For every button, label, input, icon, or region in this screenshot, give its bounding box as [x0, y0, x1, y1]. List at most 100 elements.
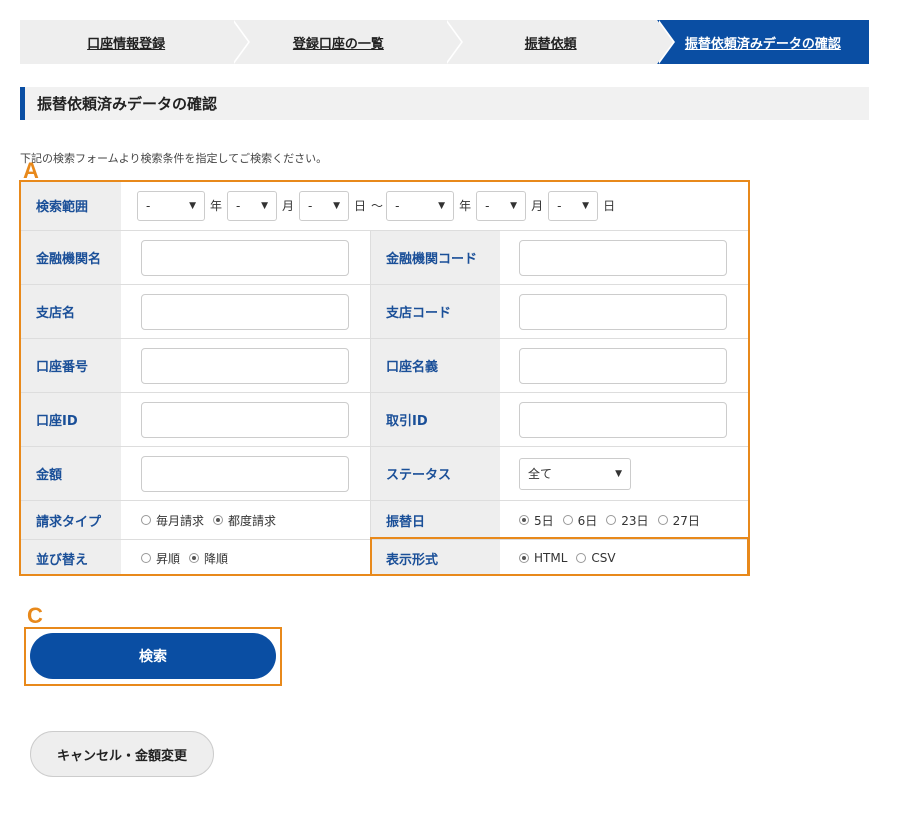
- annotation-marker-c: C: [27, 603, 43, 628]
- form-row-account: 口座番号 口座名義: [21, 339, 748, 393]
- sort-cell: 昇順 降順: [121, 540, 370, 576]
- month-unit: 月: [282, 199, 295, 213]
- display-format-radio-group: HTML CSV: [519, 551, 625, 565]
- account-id-input[interactable]: [141, 401, 349, 438]
- transfer-day-6-radio[interactable]: 6日: [562, 512, 597, 529]
- step-account-registration[interactable]: 口座情報登録: [20, 20, 251, 64]
- form-row-amount-status: 金額 ステータス 全て ▼: [21, 447, 748, 501]
- select-value: -: [395, 198, 400, 213]
- form-row-bank: 金融機関名 金融機関コード: [21, 231, 748, 285]
- account-holder-label: 口座名義: [370, 339, 500, 392]
- select-value: -: [485, 198, 490, 213]
- amount-label: 金額: [21, 447, 121, 500]
- range-label: 検索範囲: [21, 181, 121, 230]
- cancel-change-amount-button[interactable]: キャンセル・金額変更: [30, 731, 214, 777]
- account-holder-cell: [500, 339, 748, 392]
- step-label: 振替依頼済みデータの確認: [684, 36, 841, 52]
- account-id-cell: [121, 393, 370, 446]
- from-day-select[interactable]: - ▼: [299, 190, 350, 221]
- transfer-day-27-radio[interactable]: 27日: [657, 512, 700, 529]
- step-registered-accounts[interactable]: 登録口座の一覧: [232, 20, 463, 64]
- status-label: ステータス: [370, 447, 500, 500]
- billing-each-time-radio[interactable]: 都度請求: [213, 512, 276, 529]
- radio-unchecked-icon: [657, 515, 668, 525]
- radio-label: CSV: [591, 551, 616, 565]
- form-row-billing-day: 請求タイプ 毎月請求 都度請求 振替日 5日 6日 23日 27日: [21, 501, 748, 540]
- form-row-branch: 支店名 支店コード: [21, 285, 748, 339]
- to-year-select[interactable]: - ▼: [386, 190, 455, 221]
- sort-desc-radio[interactable]: 降順: [189, 550, 228, 567]
- bank-name-cell: [121, 231, 370, 284]
- amount-cell: [121, 447, 370, 500]
- branch-code-cell: [500, 285, 748, 338]
- range-fields: - ▼ 年 - ▼ 月 - ▼ 日 ～ - ▼ 年 - ▼ 月 - ▼ 日: [121, 181, 748, 230]
- bank-name-input[interactable]: [141, 239, 349, 276]
- search-form: 検索範囲 - ▼ 年 - ▼ 月 - ▼ 日 ～ - ▼ 年 - ▼ 月 - ▼ 日 金融機…: [21, 181, 748, 576]
- form-row-range: 検索範囲 - ▼ 年 - ▼ 月 - ▼ 日 ～ - ▼ 年 - ▼ 月 - ▼ 日: [21, 181, 748, 231]
- account-no-input[interactable]: [141, 347, 349, 384]
- chevron-down-icon: ▼: [510, 200, 518, 211]
- branch-code-label: 支店コード: [370, 285, 500, 338]
- account-no-label: 口座番号: [21, 339, 121, 392]
- select-value: -: [146, 198, 151, 213]
- radio-label: 都度請求: [228, 513, 277, 528]
- branch-name-input[interactable]: [141, 293, 349, 330]
- search-button[interactable]: 検索: [30, 633, 276, 679]
- bank-name-label: 金融機関名: [21, 231, 121, 284]
- billing-type-label: 請求タイプ: [21, 501, 121, 539]
- sort-asc-radio[interactable]: 昇順: [141, 550, 180, 567]
- select-value: -: [557, 198, 562, 213]
- radio-label: 27日: [672, 513, 700, 528]
- transfer-day-5-radio[interactable]: 5日: [519, 512, 554, 529]
- radio-unchecked-icon: [606, 515, 617, 525]
- status-cell: 全て ▼: [500, 447, 748, 500]
- form-row-sort-format: 並び替え 昇順 降順 表示形式 HTML CSV: [21, 540, 748, 576]
- select-value: -: [236, 198, 241, 213]
- billing-type-radio-group: 毎月請求 都度請求: [141, 512, 285, 529]
- bank-code-cell: [500, 231, 748, 284]
- transfer-day-23-radio[interactable]: 23日: [606, 512, 649, 529]
- from-month-select[interactable]: - ▼: [227, 190, 278, 221]
- radio-label: HTML: [534, 551, 568, 565]
- billing-monthly-radio[interactable]: 毎月請求: [141, 512, 204, 529]
- branch-name-cell: [121, 285, 370, 338]
- radio-checked-icon: [519, 553, 529, 563]
- range-separator: ～: [371, 199, 384, 213]
- year-unit: 年: [459, 199, 472, 213]
- form-description: 下記の検索フォームより検索条件を指定してご検索ください。: [20, 152, 328, 165]
- step-navigation: 口座情報登録 登録口座の一覧 振替依頼 振替依頼済みデータの確認: [20, 20, 869, 64]
- radio-label: 昇順: [156, 551, 181, 566]
- radio-unchecked-icon: [562, 515, 573, 525]
- radio-label: 5日: [534, 513, 554, 528]
- chevron-down-icon: ▼: [438, 200, 446, 211]
- bank-code-label: 金融機関コード: [370, 231, 500, 284]
- transaction-id-input[interactable]: [519, 401, 727, 438]
- format-csv-radio[interactable]: CSV: [576, 551, 616, 565]
- chevron-down-icon: ▼: [261, 200, 269, 211]
- radio-checked-icon: [519, 515, 529, 525]
- transfer-day-cell: 5日 6日 23日 27日: [500, 501, 748, 539]
- transfer-day-label: 振替日: [370, 501, 500, 539]
- from-year-select[interactable]: - ▼: [137, 190, 205, 221]
- amount-input[interactable]: [141, 455, 349, 492]
- radio-label: 23日: [621, 513, 649, 528]
- step-requested-data-check[interactable]: 振替依頼済みデータの確認: [656, 20, 869, 64]
- status-select[interactable]: 全て ▼: [519, 457, 631, 490]
- form-row-ids: 口座ID 取引ID: [21, 393, 748, 447]
- branch-name-label: 支店名: [21, 285, 121, 338]
- select-value: -: [308, 198, 313, 213]
- step-transfer-request[interactable]: 振替依頼: [444, 20, 676, 64]
- step-label: 口座情報登録: [87, 36, 166, 52]
- format-html-radio[interactable]: HTML: [519, 551, 567, 565]
- display-format-cell: HTML CSV: [500, 540, 748, 576]
- display-format-label: 表示形式: [370, 540, 500, 576]
- to-day-select[interactable]: - ▼: [548, 190, 599, 221]
- bank-code-input[interactable]: [519, 239, 727, 276]
- branch-code-input[interactable]: [519, 293, 727, 330]
- radio-checked-icon: [213, 515, 224, 525]
- account-holder-input[interactable]: [519, 347, 727, 384]
- chevron-down-icon: ▼: [615, 468, 622, 479]
- radio-label: 毎月請求: [156, 513, 205, 528]
- day-unit: 日: [354, 199, 367, 213]
- to-month-select[interactable]: - ▼: [476, 190, 527, 221]
